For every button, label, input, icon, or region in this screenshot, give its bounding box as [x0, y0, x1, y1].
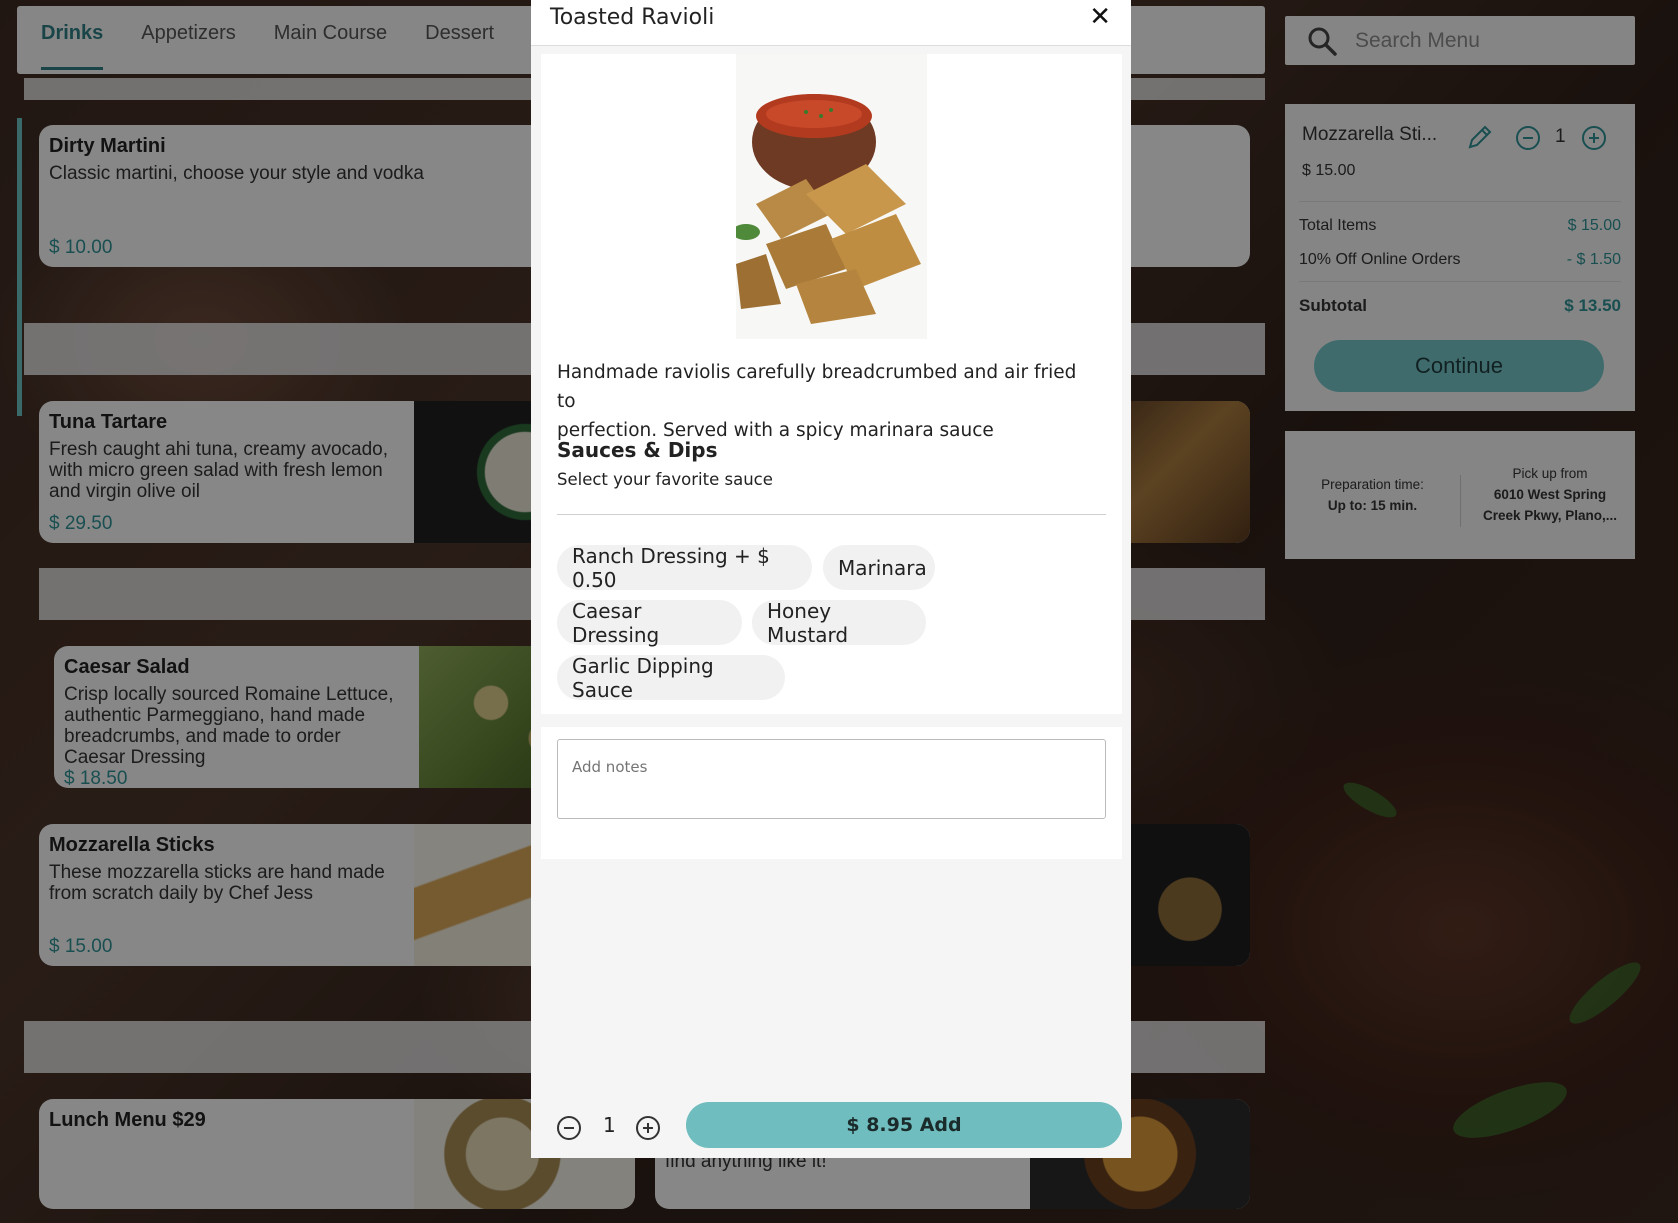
increase-qty-icon[interactable]	[635, 1115, 661, 1141]
notes-input[interactable]	[557, 739, 1106, 819]
option-chip-marinara[interactable]: Marinara	[823, 545, 935, 590]
divider	[557, 514, 1106, 515]
decrease-qty-icon[interactable]	[556, 1115, 582, 1141]
options-subtitle: Select your favorite sauce	[557, 470, 773, 489]
dish-description: Handmade raviolis carefully breadcrumbed…	[557, 358, 1097, 445]
add-to-cart-button[interactable]: $ 8.95 Add	[686, 1102, 1122, 1148]
modal-header: Toasted Ravioli ✕	[531, 0, 1131, 46]
option-chip-honey-mustard[interactable]: Honey Mustard	[752, 599, 926, 647]
option-chip-ranch[interactable]: Ranch Dressing + $ 0.50	[557, 544, 812, 592]
option-chip-caesar[interactable]: Caesar Dressing	[557, 599, 742, 647]
modal-title: Toasted Ravioli	[550, 5, 715, 30]
close-icon[interactable]: ✕	[1089, 4, 1111, 30]
item-modal: Toasted Ravioli ✕ Handmade raviolis care…	[531, 0, 1131, 1158]
quantity-value: 1	[603, 1113, 616, 1137]
dish-description-line1: Handmade raviolis carefully breadcrumbed…	[557, 362, 1077, 412]
dish-image	[736, 54, 927, 339]
modal-body: Handmade raviolis carefully breadcrumbed…	[541, 54, 1122, 714]
notes-section	[541, 727, 1122, 859]
options-title: Sauces & Dips	[557, 438, 718, 462]
option-chip-garlic[interactable]: Garlic Dipping Sauce	[557, 654, 785, 702]
